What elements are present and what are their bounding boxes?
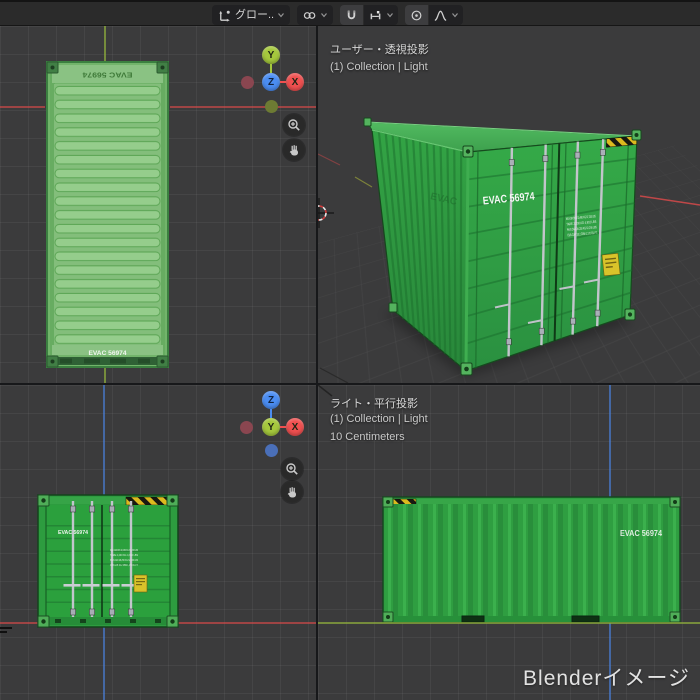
perspective-scene: EVAC EVAC 56974 MAX.GROSS 30,480 KG 67,2… (318, 117, 700, 383)
gizmo-axis-z-label: Z (267, 76, 275, 88)
viewport-divider-horizontal[interactable] (0, 383, 700, 385)
gizmo-axis-x[interactable]: X (286, 418, 304, 436)
container-object-front[interactable]: EVAC 56974 MAX.GROSS 30,480 KG 67,200 LB… (37, 494, 179, 628)
corner-post (464, 155, 470, 367)
gizmo-axis-y-label: Y (267, 421, 275, 433)
gizmo-axis-line-z (270, 409, 272, 418)
gizmo-axis-z[interactable]: Z (262, 73, 280, 91)
gizmo-axis-y-label: Y (267, 49, 275, 61)
cursor-3d-partial (0, 627, 12, 633)
proportional-circle-icon (411, 10, 422, 20)
viewport-right-ortho[interactable]: EVAC 56974 ライト・平行投影 (1) Collection | Lig… (318, 385, 700, 700)
door-spec-text: MAX.GROSS 30,480 KG 67,200 LBS TARE 2,23… (566, 214, 598, 237)
gizmo-axis-z-label: Z (267, 394, 275, 406)
header-toolbar: グロー.. (0, 0, 700, 26)
hand-icon (287, 487, 296, 498)
door-spec-text: MAX.GROSS 30,480 KG 67,200 LBS TARE 2,23… (110, 548, 138, 567)
magnifier-plus-icon (288, 119, 300, 131)
pivot-point-dropdown[interactable] (297, 5, 334, 25)
viewport-top-ortho[interactable]: EVAC 56974 EVAC 56974 Y Z X (0, 26, 316, 383)
proportional-falloff-dropdown[interactable] (429, 5, 464, 25)
pan-button[interactable] (281, 481, 303, 503)
snap-settings-dropdown[interactable] (364, 5, 399, 25)
gizmo-axis-z-negative[interactable] (264, 443, 278, 457)
chevron-down-icon (321, 13, 328, 18)
container-id-top-rear: EVAC 56974 (82, 71, 133, 80)
snap-toggle-button[interactable] (340, 5, 364, 25)
pan-button[interactable] (283, 139, 305, 161)
chevron-down-icon (452, 13, 459, 18)
svg-text:TARE 2,230 KG 4,910 LBS: TARE 2,230 KG 4,910 LBS (110, 553, 138, 557)
transform-orientation-dropdown[interactable]: グロー.. (212, 5, 291, 25)
gizmo-axis-z[interactable]: Z (262, 391, 280, 409)
warning-sticker (601, 252, 621, 277)
gizmo-axis-x-negative[interactable] (239, 420, 253, 434)
hand-icon (289, 145, 298, 156)
pivot-icon (303, 11, 316, 19)
svg-text:MAX.GROSS 30,480 KG 67,200 LBS: MAX.GROSS 30,480 KG 67,200 LBS (110, 548, 138, 552)
chevron-down-icon (278, 13, 285, 18)
viewport-user-perspective[interactable]: EVAC EVAC 56974 MAX.GROSS 30,480 KG 67,2… (318, 26, 700, 383)
grid-scale-label: 10 Centimeters (330, 431, 405, 443)
cursor-3d (318, 198, 334, 228)
falloff-curve-icon (434, 10, 447, 21)
proportional-editing-controls (405, 5, 464, 25)
viewport-divider-vertical[interactable] (316, 26, 318, 700)
proportional-editing-toggle[interactable] (405, 5, 429, 25)
svg-text:PAYLOAD 28,250 KG 62,290 LBS: PAYLOAD 28,250 KG 62,290 LBS (110, 558, 138, 562)
axis-y-line (354, 176, 373, 188)
orientation-icon (219, 10, 230, 22)
container-object-top[interactable]: EVAC 56974 EVAC 56974 (46, 61, 169, 368)
view-name-label: ライト・平行投影 (330, 398, 418, 410)
collection-label: (1) Collection | Light (330, 61, 428, 73)
gizmo-axis-x-label: X (291, 76, 299, 88)
container-object-perspective[interactable]: EVAC EVAC 56974 MAX.GROSS 30,480 KG 67,2… (363, 117, 642, 376)
snapping-controls (340, 5, 399, 25)
zoom-button[interactable] (281, 458, 303, 480)
orientation-label: グロー.. (235, 9, 275, 21)
container-id-door: EVAC 56974 (58, 530, 89, 536)
collection-label: (1) Collection | Light (330, 413, 428, 425)
container-id-side: EVAC 56974 (620, 528, 662, 538)
svg-text:CUB.CAP. 33.2 CBM 1,172 CU.FT.: CUB.CAP. 33.2 CBM 1,172 CU.FT. (110, 563, 138, 567)
gizmo-axis-line-y (270, 64, 272, 73)
chevron-down-icon (387, 13, 394, 18)
magnet-icon (347, 9, 356, 19)
view-name-label: ユーザー・透視投影 (330, 44, 429, 56)
snap-increment-icon (370, 10, 381, 19)
container-object-side[interactable]: EVAC 56974 (382, 496, 681, 623)
container-id-top-front: EVAC 56974 (89, 351, 128, 357)
gizmo-axis-x[interactable]: X (286, 73, 304, 91)
zoom-button[interactable] (283, 114, 305, 136)
hazard-stripe (125, 496, 169, 506)
watermark-text: Blenderイメージ (523, 667, 690, 690)
viewport-front-ortho[interactable]: EVAC 56974 MAX.GROSS 30,480 KG 67,200 LB… (0, 385, 316, 700)
warning-sticker (133, 574, 148, 593)
quad-leader-line (319, 367, 349, 383)
gizmo-axis-y[interactable]: Y (262, 418, 280, 436)
gizmo-axis-x-label: X (291, 421, 299, 433)
gizmo-axis-y[interactable]: Y (262, 46, 280, 64)
gizmo-axis-y-negative[interactable] (264, 99, 278, 113)
toolbar-center: グロー.. (212, 5, 464, 25)
gizmo-axis-x-negative[interactable] (240, 75, 254, 89)
magnifier-plus-icon (286, 463, 298, 475)
blender-window: グロー.. EVAC 56974 EVAC 56974 Y Z X EVAC E… (0, 0, 700, 700)
